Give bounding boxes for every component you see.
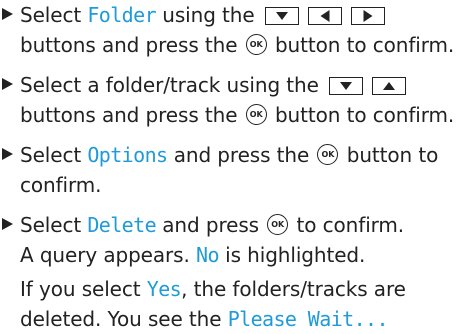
step-4-text-d: A query appears. (20, 243, 196, 267)
ok-button-icon: OK (317, 144, 339, 165)
step-2-text-b: buttons and press the (20, 103, 244, 127)
instruction-page: Select Folder using the buttons and pres… (0, 0, 458, 331)
ok-button-icon: OK (245, 34, 267, 55)
nav-buttons-group (264, 0, 386, 30)
step-1-line-2: buttons and press the OK button to confi… (20, 30, 454, 60)
step-2-text-a: Select a folder/track using the (20, 73, 319, 97)
step-3-text-a: Select (20, 143, 88, 167)
step-3-text-c: button to (340, 143, 439, 167)
step-2-line-2: buttons and press the OK button to confi… (20, 100, 454, 130)
step-1-text-b: using the (156, 3, 255, 27)
step-1-text-d: button to confirm. (268, 33, 455, 57)
bullet-arrow-icon (2, 218, 13, 230)
step-4-line-2: A query appears. No is highlighted. (20, 240, 365, 270)
yes-keyword: Yes (146, 277, 182, 301)
arrow-up-icon (383, 82, 396, 90)
arrow-right-icon (363, 10, 373, 22)
right-button (351, 7, 386, 25)
step-4-text-f: If you select (20, 277, 147, 301)
step-4-line-3: If you select Yes, the folders/tracks ar… (20, 274, 406, 304)
delete-keyword: Delete (87, 213, 157, 237)
options-keyword: Options (87, 143, 168, 167)
down-button (329, 77, 364, 95)
step-3-text-b: and press the (167, 143, 316, 167)
bullet-arrow-icon (2, 8, 13, 20)
nav-buttons-group (329, 70, 407, 100)
left-button (308, 7, 343, 25)
step-3-line-1: Select Options and press the OK button t… (20, 140, 438, 170)
down-button (264, 7, 299, 25)
step-1-text-c: buttons and press the (20, 33, 244, 57)
step-1-line-1: Select Folder using the (20, 0, 386, 30)
bullet-arrow-icon (2, 148, 13, 160)
step-4-line-1: Select Delete and press OK to confirm. (20, 210, 404, 240)
bullet-arrow-icon (2, 78, 13, 90)
folder-keyword: Folder (87, 3, 157, 27)
ok-button-icon: OK (267, 214, 289, 235)
arrow-down-icon (275, 12, 288, 20)
ok-button-icon: OK (245, 104, 267, 125)
arrow-left-icon (320, 10, 330, 22)
step-3-line-2: confirm. (20, 170, 102, 200)
arrow-down-icon (340, 82, 353, 90)
step-4-text-e: is highlighted. (218, 243, 366, 267)
step-4-text-a: Select (20, 213, 88, 237)
step-4-text-g: , the folders/tracks are (181, 277, 406, 301)
step-4-text-h: deleted. You see the (20, 307, 228, 331)
step-2-line-1: Select a folder/track using the (20, 70, 407, 100)
step-4-text-c: to confirm. (290, 213, 405, 237)
up-button (372, 77, 407, 95)
step-2-text-c: button to confirm. (268, 103, 455, 127)
no-keyword: No (196, 243, 219, 267)
step-1-text-a: Select (20, 3, 88, 27)
please-wait-keyword: Please Wait... (227, 307, 389, 331)
step-3-text-d: confirm. (20, 173, 102, 197)
step-4-text-b: and press (156, 213, 266, 237)
